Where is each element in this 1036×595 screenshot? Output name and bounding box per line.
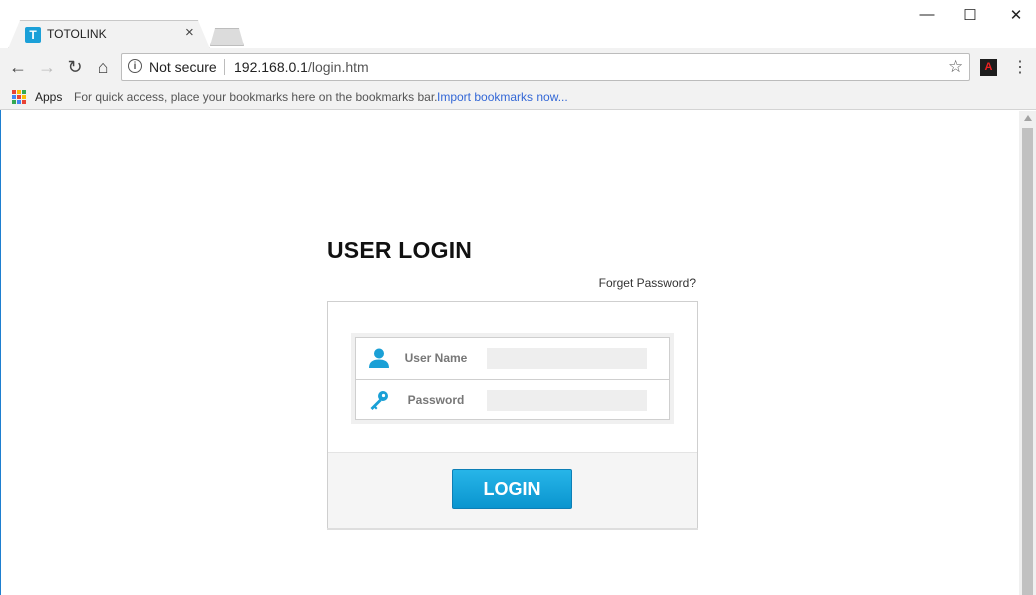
maximize-icon[interactable]: ☐	[960, 6, 980, 24]
back-icon[interactable]: ←	[7, 57, 29, 77]
pdf-extension-icon[interactable]: A	[980, 59, 997, 76]
home-icon[interactable]: ⌂	[92, 57, 114, 77]
password-row: Password	[356, 379, 669, 419]
login-panel: User Name Password LOGIN	[327, 301, 698, 529]
import-bookmarks-link[interactable]: Import bookmarks now...	[437, 90, 568, 104]
apps-grid-icon[interactable]	[12, 90, 26, 104]
title-bar: T TOTOLINK × — ☐ ✕	[0, 0, 1036, 49]
scroll-up-arrow-icon[interactable]	[1024, 115, 1032, 121]
bookmark-star-icon[interactable]: ☆	[948, 57, 963, 77]
url-host: 192.168.0.1	[234, 59, 308, 75]
browser-toolbar: ← → ↻ ⌂ i Not secure 192.168.0.1/login.h…	[0, 48, 1036, 86]
key-icon	[370, 391, 388, 410]
tab-title: TOTOLINK	[47, 27, 107, 41]
login-form: User Name Password	[355, 337, 670, 420]
address-separator	[224, 59, 225, 75]
vertical-scrollbar[interactable]	[1019, 111, 1036, 595]
reload-icon[interactable]: ↻	[64, 57, 86, 77]
forward-icon[interactable]: →	[36, 57, 58, 77]
username-label: User Name	[404, 351, 468, 365]
user-icon	[369, 348, 389, 368]
url-text[interactable]: 192.168.0.1/login.htm	[234, 59, 369, 75]
window-edge	[0, 110, 1, 595]
forget-password-link[interactable]: Forget Password?	[560, 276, 696, 290]
panel-shadow	[327, 528, 698, 530]
browser-tab-content[interactable]: T TOTOLINK ×	[10, 20, 206, 48]
new-tab-button[interactable]	[210, 28, 244, 46]
url-path: /login.htm	[307, 59, 369, 75]
password-label: Password	[407, 393, 465, 407]
bookmarks-bar: Apps For quick access, place your bookma…	[0, 86, 1036, 110]
username-input[interactable]	[487, 348, 647, 369]
page-title: USER LOGIN	[327, 237, 473, 263]
scroll-thumb[interactable]	[1022, 128, 1033, 595]
totolink-favicon-icon: T	[25, 27, 41, 43]
browser-chrome: T TOTOLINK × — ☐ ✕ ← → ↻ ⌂ i Not secure …	[0, 0, 1036, 110]
login-form-frame: User Name Password	[351, 333, 674, 424]
info-icon[interactable]: i	[128, 59, 142, 73]
minimize-icon[interactable]: —	[917, 6, 937, 23]
username-row: User Name	[356, 338, 669, 378]
address-bar[interactable]: i Not secure 192.168.0.1/login.htm ☆	[121, 53, 970, 81]
security-label[interactable]: Not secure	[149, 59, 217, 75]
login-button[interactable]: LOGIN	[452, 469, 572, 509]
apps-link[interactable]: Apps	[35, 90, 62, 104]
close-window-icon[interactable]: ✕	[1006, 6, 1026, 24]
bookmarks-hint: For quick access, place your bookmarks h…	[74, 90, 438, 104]
password-input[interactable]	[487, 390, 647, 411]
tab-close-icon[interactable]: ×	[185, 24, 194, 41]
browser-menu-icon[interactable]: ⋮	[1012, 57, 1028, 77]
